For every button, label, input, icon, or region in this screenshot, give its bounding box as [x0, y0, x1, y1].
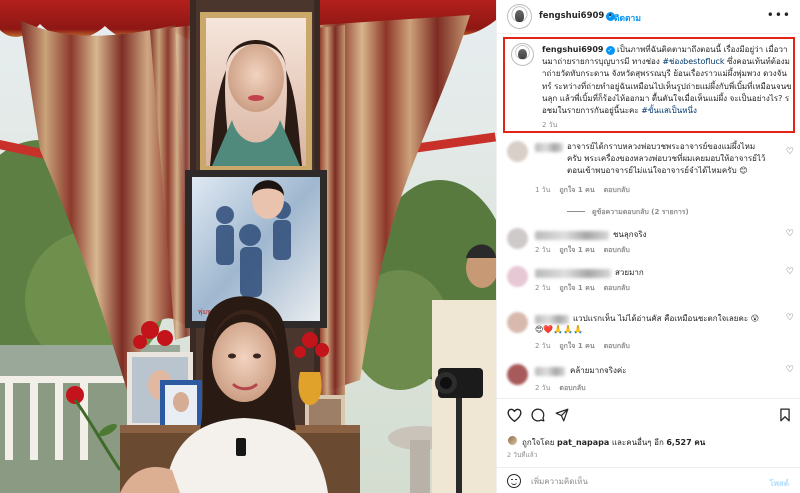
follow-button[interactable]: ติดตาม [614, 11, 641, 25]
hashtag-link[interactable]: #ขั้นแสเป็นหนึ่ง [641, 106, 697, 115]
comment-likes[interactable]: ถูกใจ 1 คน [559, 342, 594, 350]
author-avatar[interactable] [507, 4, 532, 29]
commenter-username-blurred[interactable] [535, 315, 569, 324]
heart-icon[interactable] [507, 408, 522, 422]
likes-middle: และคนอื่นๆ อีก [609, 438, 667, 447]
commenter-avatar[interactable] [507, 228, 528, 249]
reply-button[interactable]: ตอบกลับ [604, 342, 630, 350]
comment-like-heart-icon[interactable]: ♡ [786, 313, 794, 323]
comment-likes[interactable]: ถูกใจ 1 คน [559, 246, 594, 254]
comment-item: แวปแรกเห็น ไม่ได้อ่านคัส คือเหมือนชะตกใจ… [497, 311, 800, 351]
comment-like-heart-icon[interactable]: ♡ [786, 229, 794, 239]
commenter-avatar[interactable] [507, 266, 528, 287]
post-date[interactable]: 2 วันที่แล้ว [507, 450, 537, 460]
comment-time[interactable]: 2 วัน [535, 246, 550, 254]
author-username[interactable]: fengshui6909 ✓ [539, 11, 616, 21]
liker-avatar[interactable] [507, 435, 518, 446]
reply-button[interactable]: ตอบกลับ [559, 384, 585, 392]
view-replies-button[interactable]: ดูข้อความตอบกลับ (2 รายการ) [567, 207, 689, 218]
comments-scroll-area[interactable]: fengshui6909 ✓ เป็นภาพที่ฉันติดตามาถึงตอน… [497, 35, 800, 398]
post-photo[interactable]: พุ่มพวง [0, 0, 496, 493]
commenter-avatar[interactable] [507, 141, 528, 162]
likes-count[interactable]: 6,527 คน [666, 438, 705, 447]
comment-meta: 2 วัน ถูกใจ 1 คน ตอบกลับ [535, 283, 639, 294]
comment-time[interactable]: 2 วัน [535, 342, 550, 350]
commenter-username-blurred[interactable] [535, 367, 565, 376]
more-options-icon[interactable]: ••• [767, 8, 791, 22]
comment-like-heart-icon[interactable]: ♡ [786, 147, 794, 157]
add-comment-row: โพสต์ [497, 467, 800, 493]
comment-item: คล้ายมากจริงค่ะ 2 วัน ตอบกลับ ♡ [497, 363, 800, 395]
add-comment-input[interactable] [531, 474, 741, 489]
comment-time[interactable]: 2 วัน [535, 384, 550, 392]
comment-item: ชนลุกจริง 2 วัน ถูกใจ 1 คน ตอบกลับ ♡ [497, 227, 800, 257]
comment-meta: 1 วัน ถูกใจ 1 คน ตอบกลับ [535, 185, 639, 196]
post-header: fengshui6909 ✓ • ติดตาม ••• [497, 0, 800, 34]
comment-text: อาจารย์ได้กราบหลวงพ่อบวชพระอาจารย์ของแม่… [567, 142, 766, 176]
comment-meta: 2 วัน ถูกใจ 1 คน ตอบกลับ [535, 245, 639, 256]
comment-item: สวยมาก 2 วัน ถูกใจ 1 คน ตอบกลับ ♡ [497, 265, 800, 295]
comment-likes[interactable]: ถูกใจ 1 คน [559, 284, 594, 292]
emoji-icon[interactable] [507, 474, 521, 488]
comment-time[interactable]: 1 วัน [535, 186, 550, 194]
comment-icon[interactable] [531, 408, 545, 422]
caption-highlight-box: fengshui6909 ✓ เป็นภาพที่ฉันติดตามาถึงตอน… [503, 37, 795, 133]
comment-emojis: 😍❤️🙏🙏🙏 [535, 325, 584, 334]
post-actions-section: ถูกใจโดย pat_napapa และคนอื่นๆ อีก 6,527… [497, 398, 800, 493]
comment-likes[interactable]: ถูกใจ 1 คน [559, 186, 594, 194]
header-separator: • [608, 11, 613, 20]
hashtag-link[interactable]: #ช่องbestofluck [662, 57, 724, 66]
caption-author-avatar[interactable] [511, 43, 534, 66]
comment-item: อาจารย์ได้กราบหลวงพ่อบวชพระอาจารย์ของแม่… [497, 139, 800, 225]
comment-text: ชนลุกจริง [613, 230, 647, 239]
comment-like-heart-icon[interactable]: ♡ [786, 267, 794, 277]
post-side-panel: fengshui6909 ✓ • ติดตาม ••• fengshui6909 ✓… [496, 0, 800, 493]
likes-summary: ถูกใจโดย pat_napapa และคนอื่นๆ อีก 6,527… [522, 436, 705, 449]
comment-text: สวยมาก [615, 268, 644, 277]
comment-time[interactable]: 2 วัน [535, 284, 550, 292]
reply-button[interactable]: ตอบกลับ [604, 284, 630, 292]
commenter-username-blurred[interactable] [535, 143, 563, 152]
author-username-text[interactable]: fengshui6909 [539, 11, 604, 21]
comment-text: แวปแรกเห็น ไม่ได้อ่านคัส คือเหมือนชะตกใจ… [573, 314, 760, 323]
caption-text: fengshui6909 ✓ เป็นภาพที่ฉันติดตามาถึงตอน… [542, 44, 792, 117]
reply-button[interactable]: ตอบกลับ [604, 246, 630, 254]
comment-meta: 2 วัน ตอบกลับ [535, 383, 595, 394]
share-icon[interactable] [555, 408, 569, 422]
likes-prefix: ถูกใจโดย [522, 438, 558, 447]
comment-text: คล้ายมากจริงค่ะ [570, 366, 627, 375]
post-comment-button[interactable]: โพสต์ [769, 477, 789, 490]
caption-username[interactable]: fengshui6909 [542, 45, 604, 54]
shrine-scene: พุ่มพวง [0, 0, 496, 493]
commenter-avatar[interactable] [507, 364, 528, 385]
liker-username[interactable]: pat_napapa [557, 438, 609, 447]
comment-like-heart-icon[interactable]: ♡ [786, 365, 794, 375]
caption-verified-badge-icon: ✓ [605, 46, 615, 55]
commenter-username-blurred[interactable] [535, 231, 609, 240]
reply-button[interactable]: ตอบกลับ [604, 186, 630, 194]
commenter-username-blurred[interactable] [535, 269, 611, 278]
caption-time[interactable]: 2 วัน [542, 120, 557, 131]
comment-meta: 2 วัน ถูกใจ 1 คน ตอบกลับ [535, 341, 639, 352]
commenter-avatar[interactable] [507, 312, 528, 333]
bookmark-icon[interactable] [779, 408, 793, 422]
